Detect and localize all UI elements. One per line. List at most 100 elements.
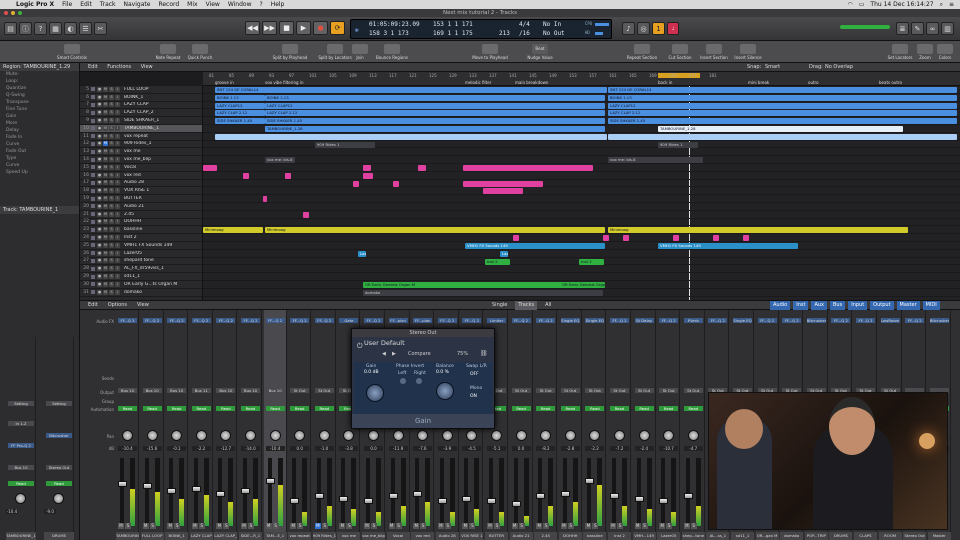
- mute-button[interactable]: M: [103, 289, 108, 295]
- strip-solo-button[interactable]: S: [543, 523, 550, 529]
- track-name[interactable]: vox repeat: [124, 134, 184, 139]
- menu-app[interactable]: Logic Pro X: [12, 1, 58, 8]
- tb-insert-silence[interactable]: Insert Silence: [728, 44, 768, 60]
- track-name[interactable]: domako: [124, 290, 184, 295]
- volume-fader-handle[interactable]: [241, 488, 250, 494]
- region[interactable]: [623, 235, 629, 242]
- solo-button[interactable]: S: [109, 274, 114, 280]
- volume-fader-track[interactable]: [489, 458, 493, 526]
- region[interactable]: [603, 235, 609, 242]
- automation-mode[interactable]: Read: [610, 406, 629, 411]
- menu-record[interactable]: Record: [154, 1, 183, 8]
- region[interactable]: Inst 2: [579, 258, 604, 265]
- play-button[interactable]: ▶: [296, 21, 311, 35]
- strip-mute-button[interactable]: M: [683, 523, 690, 529]
- strip-solo-button[interactable]: S: [690, 523, 697, 529]
- menu-track[interactable]: Track: [96, 1, 120, 8]
- track-lane[interactable]: BOINK 1.13 BOINK 1.13 BOINK 1.13: [203, 94, 960, 102]
- strip-mute-button[interactable]: M: [511, 523, 518, 529]
- track-name[interactable]: sd11_1: [124, 274, 184, 279]
- strip-mute-button[interactable]: M: [388, 523, 395, 529]
- volume-fader-handle[interactable]: [560, 490, 570, 497]
- pan-knob[interactable]: [638, 430, 650, 441]
- insert-slot[interactable]: FF...plon: [413, 318, 433, 323]
- insp-quantize[interactable]: Quantize: [0, 85, 79, 92]
- solo-button[interactable]: S: [109, 196, 114, 202]
- tb-smart-controls[interactable]: Smart Controls: [52, 44, 92, 60]
- track-lane[interactable]: LAZY CLAP12 LAZY CLAP12 LAZY CLAP12: [203, 102, 960, 110]
- input-monitor-button[interactable]: I: [115, 203, 120, 209]
- marker-label[interactable]: main breakdown: [515, 80, 548, 85]
- track-header[interactable]: 28 ● M S I AL_FX_dr59viss_1: [80, 265, 202, 274]
- mute-button[interactable]: M: [103, 203, 108, 209]
- track-header[interactable]: 22 ● M S I DOHHH: [80, 219, 202, 227]
- volume-fader-handle[interactable]: [659, 498, 669, 504]
- strip-solo-button[interactable]: S: [149, 523, 156, 529]
- record-enable-icon[interactable]: ●: [97, 227, 102, 233]
- volume-fader-handle[interactable]: [364, 498, 373, 504]
- track-lane[interactable]: [203, 187, 960, 196]
- strip-solo-button[interactable]: S: [444, 523, 451, 529]
- pan-knob[interactable]: [122, 430, 133, 441]
- region[interactable]: [673, 235, 679, 242]
- bar-ruler[interactable]: 81 85 89 93 97 101 105 109 113 117 121 125 129 133 137…: [203, 72, 960, 86]
- region[interactable]: LAZY CLAP12: [265, 102, 605, 109]
- track-lane[interactable]: SNT 124 GE CORAL14 SNT 124 GE CORAL14: [203, 86, 960, 94]
- track-lane[interactable]: [203, 172, 960, 180]
- track-lane[interactable]: [203, 234, 960, 242]
- solo-button[interactable]: S: [109, 227, 114, 233]
- plugin-title[interactable]: Stereo Out: [352, 329, 494, 337]
- output-slot[interactable]: St Out: [314, 388, 334, 393]
- mute-button[interactable]: M: [103, 196, 108, 202]
- marker-label[interactable]: melodic filter: [465, 80, 491, 85]
- strip-solo-button[interactable]: S: [346, 523, 353, 529]
- output-slot[interactable]: St Out: [290, 388, 310, 393]
- region[interactable]: BOINK 1.13: [265, 94, 605, 101]
- strip-solo-button[interactable]: S: [371, 523, 377, 529]
- track-header[interactable]: 25 ● M S I VMH1 FX Sounds 149: [80, 242, 202, 250]
- region[interactable]: TAMBOURINE_1.28: [265, 126, 605, 132]
- pan-knob[interactable]: [663, 430, 675, 441]
- search-icon[interactable]: ⌕: [940, 1, 943, 9]
- tb-bounce-regions[interactable]: Bounce Regions: [372, 44, 412, 60]
- output-slot[interactable]: St Out: [610, 388, 629, 393]
- insert-slot[interactable]: LowRoom: [880, 318, 900, 323]
- input-monitor-button[interactable]: I: [115, 157, 120, 163]
- solo-button[interactable]: S: [109, 125, 114, 131]
- insp-finetune[interactable]: Fine Tune: [0, 106, 79, 113]
- track-name[interactable]: Lazer05: [124, 251, 184, 256]
- channel-name[interactable]: Audio 21: [509, 532, 533, 540]
- automation-mode[interactable]: Read: [216, 406, 236, 411]
- strip-mute-button[interactable]: M: [265, 523, 272, 529]
- pan-knob[interactable]: [318, 430, 330, 441]
- insp-b-pan-knob[interactable]: [53, 493, 64, 504]
- marker-label[interactable]: mini break: [748, 80, 769, 85]
- track-name[interactable]: Vocal: [124, 165, 184, 170]
- output-slot[interactable]: Bus 10: [265, 388, 285, 393]
- channel-name[interactable]: shep...tone: [681, 532, 705, 540]
- insert-slot[interactable]: FF...Q 2: [437, 318, 457, 323]
- insp-fade-in[interactable]: Fade In: [0, 134, 79, 141]
- mixer-mode-tracks[interactable]: Tracks: [515, 301, 538, 310]
- strip-mute-button[interactable]: M: [437, 523, 444, 529]
- input-monitor-button[interactable]: I: [115, 125, 120, 131]
- solo-button[interactable]: S: [109, 149, 114, 155]
- region[interactable]: vox me: bls.8: [608, 157, 703, 164]
- record-enable-icon[interactable]: ●: [97, 164, 102, 170]
- mute-button[interactable]: M: [103, 250, 108, 256]
- volume-fader-track[interactable]: [685, 458, 690, 526]
- menu-view[interactable]: View: [202, 1, 224, 8]
- region[interactable]: LAZY CLAP 2.12: [608, 110, 957, 117]
- tb-repeat-section[interactable]: Repeat Section: [622, 44, 662, 60]
- filter-midi[interactable]: MIDI: [922, 301, 940, 310]
- track-lane[interactable]: [203, 133, 960, 141]
- region[interactable]: SIDE SHKAER 1.45: [265, 118, 605, 125]
- track-header[interactable]: 27 ● M S Ishepard tone: [80, 258, 202, 266]
- solo-button[interactable]: S: [109, 141, 114, 147]
- mixer-mode-single[interactable]: Single: [492, 301, 507, 310]
- track-name[interactable]: vox me: [124, 149, 184, 154]
- automation-mode[interactable]: Read: [167, 406, 187, 411]
- region[interactable]: [463, 180, 543, 187]
- track-header[interactable]: 9 ● M S I SIDE SHKAER_1: [80, 117, 202, 125]
- minimize-window-icon[interactable]: [11, 11, 15, 15]
